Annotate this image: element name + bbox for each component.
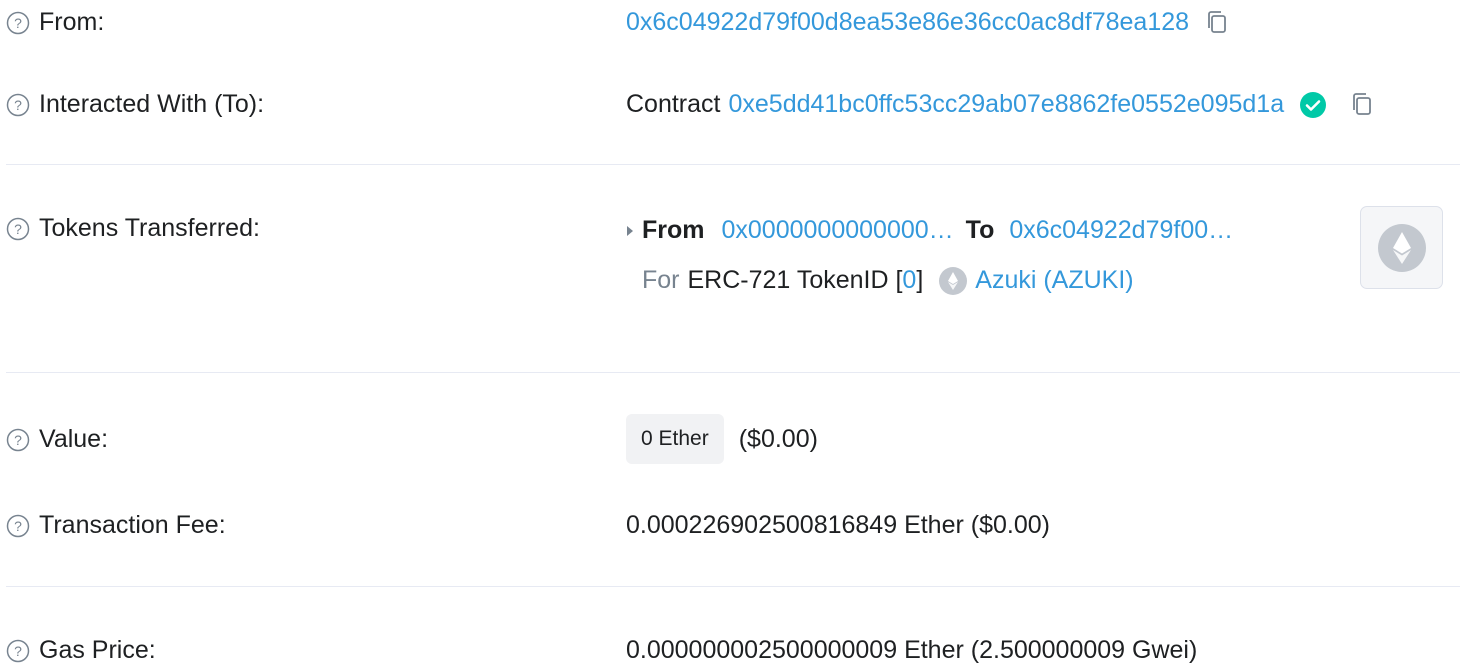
question-circle-icon[interactable]: ?: [6, 93, 30, 117]
value-amount-badge: 0 Ether: [626, 414, 724, 464]
copy-icon[interactable]: [1350, 92, 1374, 118]
token-standard: ERC-721 TokenID [: [687, 266, 903, 294]
token-detail-line: For ERC-721 TokenID [ 0 ] Azuki (AZUKI): [642, 266, 1134, 295]
question-circle-icon[interactable]: ?: [6, 428, 30, 452]
fee-label: Transaction Fee:: [39, 511, 226, 539]
transfer-from-label: From: [642, 216, 705, 244]
token-bracket-close: ]: [916, 266, 924, 294]
tokens-label-row: ? Tokens Transferred:: [6, 214, 260, 243]
svg-text:?: ?: [14, 643, 22, 659]
gas-value: 0.000000002500000009 Ether (2.500000009 …: [626, 636, 1197, 665]
transfer-from-address[interactable]: 0x0000000000000…: [722, 216, 954, 245]
gas-amount: 0.000000002500000009 Ether (2.500000009 …: [626, 636, 1198, 664]
copy-icon[interactable]: [1205, 10, 1229, 36]
value-label-row: ? Value:: [6, 425, 108, 454]
svg-text:?: ?: [14, 15, 22, 31]
value-usd: ($0.00): [738, 424, 818, 453]
fee-value: 0.000226902500816849 Ether ($0.00): [626, 511, 1050, 540]
caret-right-icon[interactable]: [626, 225, 634, 237]
svg-text:?: ?: [14, 97, 22, 113]
token-id-link[interactable]: 0: [902, 266, 916, 295]
interacted-value: Contract 0xe5dd41bc0ffc53cc29ab07e8862fe…: [626, 90, 1374, 119]
token-image-box[interactable]: [1360, 206, 1443, 289]
transfer-to-address[interactable]: 0x6c04922d79f00…: [1009, 216, 1233, 245]
fee-label-row: ? Transaction Fee:: [6, 511, 226, 540]
divider: [6, 164, 1460, 165]
for-label: For: [642, 266, 680, 294]
from-address-link[interactable]: 0x6c04922d79f00d8ea53e86e36cc0ac8df78ea1…: [626, 8, 1189, 37]
value-label: Value:: [39, 425, 109, 453]
ethereum-icon: [939, 266, 968, 295]
from-value: 0x6c04922d79f00d8ea53e86e36cc0ac8df78ea1…: [626, 8, 1229, 37]
question-circle-icon[interactable]: ?: [6, 217, 30, 241]
value-row: 0 Ether ($0.00): [626, 414, 818, 464]
token-name-link[interactable]: Azuki (AZUKI): [975, 266, 1133, 295]
question-circle-icon[interactable]: ?: [6, 639, 30, 663]
from-label: From:: [39, 8, 105, 36]
question-circle-icon[interactable]: ?: [6, 514, 30, 538]
check-circle-icon: [1300, 91, 1327, 118]
fee-amount: 0.000226902500816849 Ether ($0.00): [626, 511, 1050, 539]
tokens-label: Tokens Transferred:: [39, 214, 260, 242]
contract-address-link[interactable]: 0xe5dd41bc0ffc53cc29ab07e8862fe0552e095d…: [728, 90, 1284, 119]
interacted-label: Interacted With (To):: [39, 90, 265, 118]
from-label-row: ? From:: [6, 8, 104, 37]
svg-text:?: ?: [14, 221, 22, 237]
divider: [6, 372, 1460, 373]
question-circle-icon[interactable]: ?: [6, 11, 30, 35]
svg-text:?: ?: [14, 518, 22, 534]
interacted-label-row: ? Interacted With (To):: [6, 90, 264, 119]
contract-prefix: Contract: [626, 90, 721, 118]
gas-label-row: ? Gas Price:: [6, 636, 156, 665]
svg-text:?: ?: [14, 432, 22, 448]
transfer-to-label: To: [965, 216, 995, 244]
divider: [6, 586, 1460, 587]
ethereum-icon: [1377, 223, 1427, 273]
token-transfer-line: From 0x0000000000000… To 0x6c04922d79f00…: [626, 216, 1233, 245]
gas-label: Gas Price:: [39, 636, 156, 664]
